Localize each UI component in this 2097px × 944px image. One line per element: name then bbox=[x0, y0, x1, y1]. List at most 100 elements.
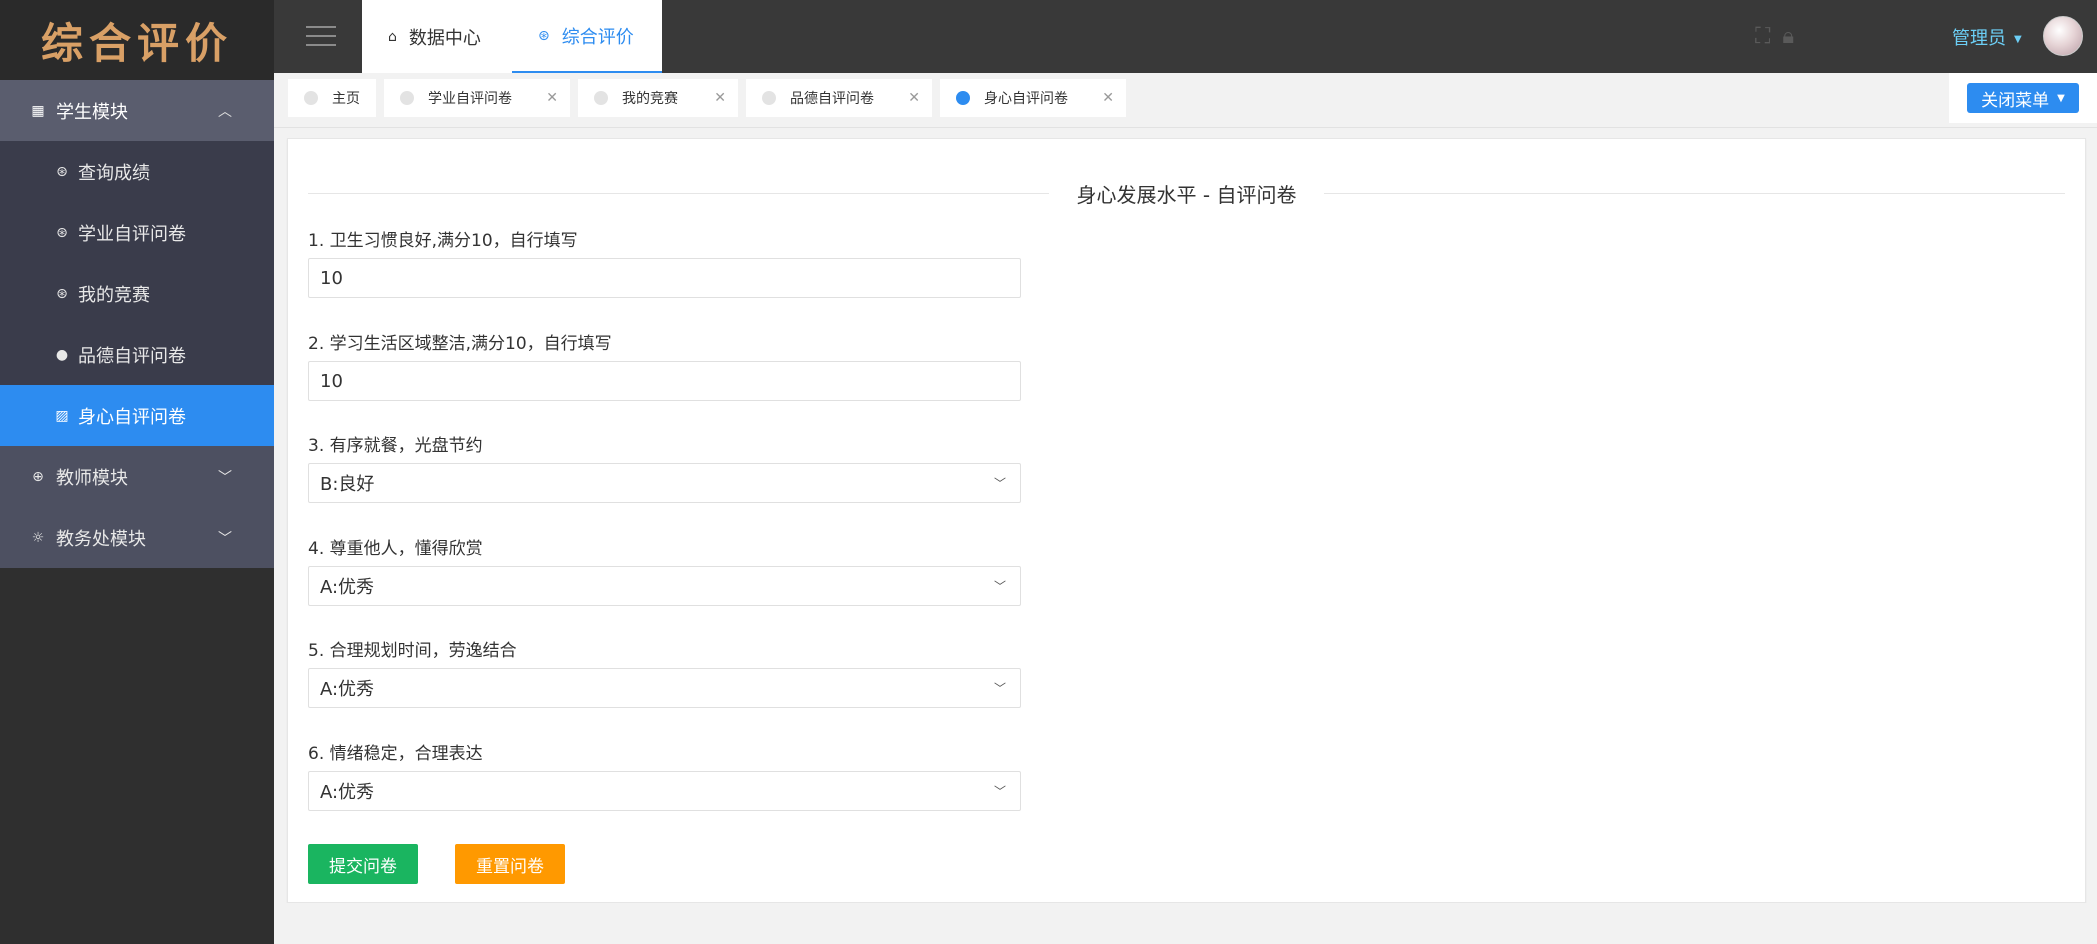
score-input-1[interactable]: 10 bbox=[308, 258, 1021, 298]
sidebar-item-label: 品德自评问卷 bbox=[78, 345, 186, 367]
page-tab-label: 身心自评问卷 bbox=[984, 91, 1068, 107]
fullscreen-icon[interactable]: ⛶ bbox=[1755, 24, 1770, 49]
question-label: 2. 学习生活区域整洁,满分10，自行填写 bbox=[308, 334, 612, 354]
chart-icon: ▨ bbox=[55, 407, 69, 424]
top-icons: ⛶ 🔒︎ bbox=[1755, 24, 1794, 49]
circle-icon: ⊛ bbox=[56, 285, 68, 302]
sidebar-item-health-survey[interactable]: ▨ 身心自评问卷 bbox=[0, 385, 274, 446]
sidebar-item-scores[interactable]: ⊛ 查询成绩 bbox=[0, 141, 274, 202]
sidebar: 综合评价 ▦ 学生模块 ︿ ⊛ 查询成绩 ⊛ 学业自评问卷 ⊛ 我的竞赛 ● 品… bbox=[0, 0, 274, 944]
lock-icon[interactable]: 🔒︎ bbox=[1782, 24, 1794, 49]
chevron-up-icon: ︿ bbox=[218, 103, 232, 120]
caret-down-icon: ▼ bbox=[2057, 92, 2065, 104]
select-value: A:优秀 bbox=[320, 577, 375, 598]
sidebar-item-label: 我的竞赛 bbox=[78, 284, 150, 306]
question-label: 5. 合理规划时间，劳逸结合 bbox=[308, 641, 517, 661]
close-menu-wrap: 关闭菜单 ▼ bbox=[1949, 73, 2097, 123]
circle-icon: ● bbox=[55, 346, 69, 363]
page-tab-home[interactable]: 主页 bbox=[288, 79, 376, 117]
tab-dot-icon bbox=[762, 91, 776, 105]
survey-card: 身心发展水平 - 自评问卷 1. 卫生习惯良好,满分10，自行填写 10 2. … bbox=[287, 138, 2086, 903]
circle-icon: ⊛ bbox=[56, 163, 68, 180]
page-tab-health-survey[interactable]: 身心自评问卷 ✕ bbox=[940, 79, 1126, 117]
tab-dot-icon bbox=[400, 91, 414, 105]
caret-down-icon: ▼ bbox=[2014, 33, 2022, 45]
reset-survey-button[interactable]: 重置问卷 bbox=[455, 844, 565, 884]
close-icon[interactable]: ✕ bbox=[714, 90, 726, 106]
score-input-2[interactable]: 10 bbox=[308, 361, 1021, 401]
hamburger-menu-icon[interactable] bbox=[306, 26, 336, 46]
topbar: ⌂ 数据中心 ⊛ 综合评价 ⛶ 🔒︎ 管理员 ▼ bbox=[274, 0, 2097, 73]
avatar[interactable] bbox=[2043, 16, 2083, 56]
tab-data-center[interactable]: ⌂ 数据中心 bbox=[362, 0, 512, 73]
chevron-down-icon: ﹀ bbox=[993, 681, 1006, 696]
question-4: 4. 尊重他人，懂得欣赏 A:优秀 ﹀ bbox=[308, 534, 1021, 606]
logo: 综合评价 bbox=[0, 0, 274, 80]
select-value: A:优秀 bbox=[320, 679, 375, 700]
page-tab-label: 学业自评问卷 bbox=[428, 91, 512, 107]
tab-label: 综合评价 bbox=[561, 26, 634, 48]
tab-dot-icon bbox=[304, 91, 318, 105]
submit-survey-button[interactable]: 提交问卷 bbox=[308, 844, 418, 884]
globe-icon: ⊛ bbox=[538, 27, 550, 44]
sidebar-item-competitions[interactable]: ⊛ 我的竞赛 bbox=[0, 263, 274, 324]
sidebar-item-label: 查询成绩 bbox=[78, 162, 150, 184]
close-icon[interactable]: ✕ bbox=[908, 90, 920, 106]
sidebar-item-moral-survey[interactable]: ● 品德自评问卷 bbox=[0, 324, 274, 385]
chevron-down-icon: ﹀ bbox=[218, 530, 232, 547]
sidebar-group-label: 学生模块 bbox=[56, 101, 128, 123]
admin-label: 管理员 bbox=[1952, 28, 2006, 49]
grade-select-5[interactable]: A:优秀 ﹀ bbox=[308, 668, 1021, 708]
sidebar-item-label: 身心自评问卷 bbox=[78, 406, 186, 428]
page-tab-label: 品德自评问卷 bbox=[790, 91, 874, 107]
tab-dot-icon bbox=[956, 91, 970, 105]
select-value: A:优秀 bbox=[320, 782, 375, 803]
sidebar-item-academic-survey[interactable]: ⊛ 学业自评问卷 bbox=[0, 202, 274, 263]
grade-select-3[interactable]: B:良好 ﹀ bbox=[308, 463, 1021, 503]
footer-band bbox=[274, 903, 2097, 944]
form-title-wrap: 身心发展水平 - 自评问卷 bbox=[288, 179, 2085, 208]
form-title: 身心发展水平 - 自评问卷 bbox=[1048, 179, 1325, 208]
question-6: 6. 情绪稳定，合理表达 A:优秀 ﹀ bbox=[308, 739, 1021, 811]
sidebar-group-teacher[interactable]: ⊕ 教师模块 ﹀ bbox=[0, 446, 274, 507]
sidebar-submenu: ⊛ 查询成绩 ⊛ 学业自评问卷 ⊛ 我的竞赛 ● 品德自评问卷 ▨ 身心自评问卷 bbox=[0, 141, 274, 446]
close-menu-button[interactable]: 关闭菜单 ▼ bbox=[1967, 83, 2079, 113]
tab-dot-icon bbox=[594, 91, 608, 105]
question-label: 6. 情绪稳定，合理表达 bbox=[308, 744, 483, 764]
close-menu-label: 关闭菜单 bbox=[1981, 90, 2050, 111]
input-value: 10 bbox=[320, 267, 343, 289]
question-3: 3. 有序就餐，光盘节约 B:良好 ﹀ bbox=[308, 431, 1021, 503]
sidebar-group-label: 教师模块 bbox=[56, 467, 128, 489]
page-tab-academic-survey[interactable]: 学业自评问卷 ✕ bbox=[384, 79, 570, 117]
sidebar-item-label: 学业自评问卷 bbox=[78, 223, 186, 245]
chevron-down-icon: ﹀ bbox=[993, 784, 1006, 799]
grade-select-4[interactable]: A:优秀 ﹀ bbox=[308, 566, 1021, 606]
page-tab-moral-survey[interactable]: 品德自评问卷 ✕ bbox=[746, 79, 932, 117]
question-1: 1. 卫生习惯良好,满分10，自行填写 10 bbox=[308, 226, 1021, 298]
home-icon: ⌂ bbox=[388, 28, 397, 45]
bulb-icon: ☼ bbox=[31, 529, 45, 546]
admin-menu[interactable]: 管理员 ▼ bbox=[1952, 24, 2022, 50]
sidebar-group-student[interactable]: ▦ 学生模块 ︿ bbox=[0, 80, 274, 141]
chevron-down-icon: ﹀ bbox=[993, 579, 1006, 594]
logo-text: 综合评价 bbox=[40, 18, 233, 68]
input-value: 10 bbox=[320, 370, 343, 392]
page-tab-label: 我的竞赛 bbox=[622, 91, 678, 107]
chevron-down-icon: ﹀ bbox=[993, 476, 1006, 491]
close-icon[interactable]: ✕ bbox=[546, 90, 558, 106]
page-tab-label: 主页 bbox=[332, 91, 360, 107]
basketball-icon: ⊕ bbox=[32, 468, 44, 485]
tab-label: 数据中心 bbox=[408, 27, 481, 49]
question-2: 2. 学习生活区域整洁,满分10，自行填写 10 bbox=[308, 329, 1021, 401]
close-icon[interactable]: ✕ bbox=[1102, 90, 1114, 106]
grade-select-6[interactable]: A:优秀 ﹀ bbox=[308, 771, 1021, 811]
circle-icon: ⊛ bbox=[56, 224, 68, 241]
select-value: B:良好 bbox=[320, 474, 375, 495]
tab-comprehensive-evaluation[interactable]: ⊛ 综合评价 bbox=[512, 0, 662, 73]
sidebar-group-office[interactable]: ☼ 教务处模块 ﹀ bbox=[0, 507, 274, 568]
page-tab-competitions[interactable]: 我的竞赛 ✕ bbox=[578, 79, 738, 117]
question-label: 3. 有序就餐，光盘节约 bbox=[308, 436, 483, 456]
sidebar-group-label: 教务处模块 bbox=[56, 528, 146, 550]
question-label: 4. 尊重他人，懂得欣赏 bbox=[308, 539, 483, 559]
question-5: 5. 合理规划时间，劳逸结合 A:优秀 ﹀ bbox=[308, 636, 1021, 708]
